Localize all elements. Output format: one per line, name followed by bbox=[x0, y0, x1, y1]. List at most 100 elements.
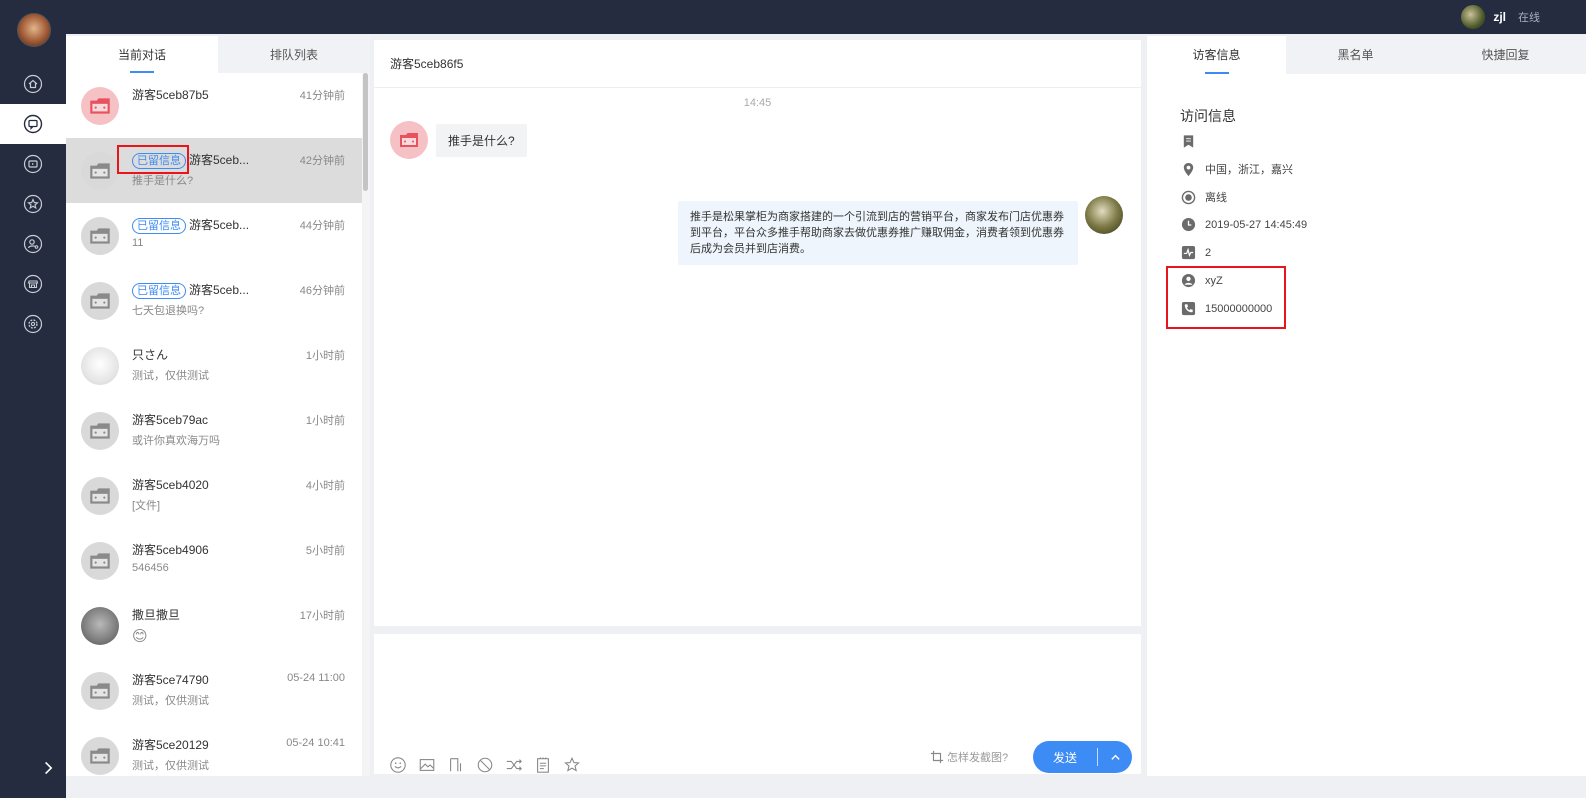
conversation-panel: 当前对话 排队列表 游客5ceb87b5 41分钟前 已留信息 游客5ceb... 42… bbox=[66, 36, 370, 776]
bookmark-icon bbox=[1183, 135, 1194, 148]
expand-sidebar-button[interactable] bbox=[38, 758, 58, 778]
info-row-status: 离线 bbox=[1181, 189, 1227, 205]
conversation-tabs: 当前对话 排队列表 bbox=[66, 36, 370, 73]
transfer-button[interactable] bbox=[504, 755, 523, 774]
conversation-name: 游客5ceb79ac bbox=[132, 411, 208, 428]
info-left-badge: 已留信息 bbox=[132, 283, 186, 299]
conversation-item[interactable]: 游客5ceb4020 4小时前 [文件] bbox=[66, 463, 362, 528]
agent-message-avatar bbox=[1085, 196, 1123, 234]
message-input-panel[interactable]: 怎样发截图? 发送 bbox=[374, 634, 1141, 774]
tab-current-conversations[interactable]: 当前对话 bbox=[66, 36, 218, 73]
left-nav-rail bbox=[0, 0, 66, 798]
top-user-info[interactable]: zjl 在线 bbox=[1461, 5, 1540, 29]
conversation-time: 05-24 10:41 bbox=[286, 737, 345, 749]
conversation-name-text: 游客5ceb... bbox=[189, 153, 250, 167]
conversation-name: 游客5ceb4020 bbox=[132, 476, 209, 493]
send-button-group: 发送 bbox=[1033, 741, 1132, 773]
highlight-box-contact bbox=[1166, 266, 1286, 329]
tab-blacklist[interactable]: 黑名单 bbox=[1286, 36, 1425, 74]
conversation-time: 17小时前 bbox=[299, 610, 345, 622]
conversation-avatar bbox=[81, 607, 119, 645]
folder-avatar-icon bbox=[90, 98, 110, 114]
info-left-badge: 已留信息 bbox=[132, 218, 186, 234]
conversation-time: 41分钟前 bbox=[299, 90, 345, 102]
note-button[interactable] bbox=[533, 755, 552, 774]
conversation-avatar bbox=[81, 737, 119, 775]
conversation-name-text: 游客5ceb4020 bbox=[132, 478, 209, 492]
screenshot-help-link[interactable]: 怎样发截图? bbox=[930, 749, 1008, 765]
conversation-preview: 七天包退换吗? bbox=[132, 305, 205, 317]
conversation-item[interactable]: 已留信息 游客5ceb... 42分钟前 推手是什么? bbox=[66, 138, 362, 203]
conversation-time: 44分钟前 bbox=[299, 220, 345, 232]
send-button[interactable]: 发送 bbox=[1033, 749, 1097, 766]
chevron-right-icon bbox=[45, 761, 53, 775]
visitor-folder-icon bbox=[400, 133, 418, 147]
conversation-avatar bbox=[81, 152, 119, 190]
activity-icon bbox=[1181, 245, 1196, 260]
user-settings-icon bbox=[23, 234, 43, 254]
conversation-item[interactable]: 游客5ceb79ac 1小时前 或许你真欢海万吗 bbox=[66, 398, 362, 463]
tab-visitor-info[interactable]: 访客信息 bbox=[1147, 36, 1286, 74]
block-button[interactable] bbox=[475, 755, 494, 774]
nav-settings[interactable] bbox=[0, 304, 66, 344]
nav-store[interactable] bbox=[0, 264, 66, 304]
conversation-item[interactable]: 游客5ce20129 05-24 10:41 测试，仅供测试 bbox=[66, 723, 362, 776]
emoji-icon bbox=[389, 756, 406, 773]
emoji-button[interactable] bbox=[388, 755, 407, 774]
folder-avatar-icon bbox=[90, 293, 110, 309]
conversation-preview: 测试，仅供测试 bbox=[132, 695, 209, 707]
image-button[interactable] bbox=[417, 755, 436, 774]
store-icon bbox=[23, 274, 43, 294]
conversation-name-text: 游客5ceb... bbox=[189, 283, 250, 297]
conversation-item[interactable]: 已留信息 游客5ceb... 46分钟前七天包退换吗? bbox=[66, 268, 362, 333]
transfer-icon bbox=[506, 758, 522, 771]
tab-queue-list[interactable]: 排队列表 bbox=[218, 36, 370, 73]
visitor-status: 离线 bbox=[1205, 192, 1227, 204]
nav-chat[interactable] bbox=[0, 104, 66, 144]
conversation-name: 已留信息 游客5ceb... bbox=[132, 216, 249, 234]
visit-count: 2 bbox=[1205, 246, 1212, 259]
conversation-avatar bbox=[81, 542, 119, 580]
folder-avatar-icon bbox=[90, 488, 110, 504]
nav-history[interactable] bbox=[0, 144, 66, 184]
status-dot-icon bbox=[1181, 190, 1196, 204]
conversation-name-text: 游客5ce74790 bbox=[132, 673, 209, 687]
conversation-scrollbar-thumb[interactable] bbox=[363, 73, 368, 191]
conversation-item[interactable]: 游客5ce74790 05-24 11:00 测试，仅供测试 bbox=[66, 658, 362, 723]
visit-datetime: 2019-05-27 14:45:49 bbox=[1205, 218, 1308, 231]
favorite-button[interactable] bbox=[562, 755, 581, 774]
user-name: zjl bbox=[1493, 10, 1506, 24]
star-icon bbox=[563, 756, 580, 772]
conversation-time: 46分钟前 bbox=[299, 285, 345, 297]
conversation-avatar bbox=[81, 87, 119, 125]
info-tabs: 访客信息 黑名单 快捷回复 bbox=[1147, 36, 1586, 74]
tab-quick-reply[interactable]: 快捷回复 bbox=[1425, 36, 1586, 74]
conversation-item[interactable]: 撒旦撒旦 17小时前 😊 bbox=[66, 593, 362, 658]
conversation-avatar bbox=[81, 217, 119, 255]
clock-icon bbox=[1181, 217, 1196, 232]
conversation-name: 只さん bbox=[132, 346, 168, 363]
nav-home[interactable] bbox=[0, 64, 66, 104]
folder-avatar-icon bbox=[90, 423, 110, 439]
send-options-button[interactable] bbox=[1098, 752, 1132, 763]
file-button[interactable] bbox=[446, 755, 465, 774]
conversation-name: 游客5ce20129 bbox=[132, 736, 209, 753]
conversation-avatar bbox=[81, 412, 119, 450]
conversation-item[interactable]: 只さん 1小时前 测试，仅供测试 bbox=[66, 333, 362, 398]
nav-user-settings[interactable] bbox=[0, 224, 66, 264]
conversation-name-text: 游客5ceb79ac bbox=[132, 413, 209, 427]
nav-favorites[interactable] bbox=[0, 184, 66, 224]
agent-message-bubble: 推手是松果掌柜为商家搭建的一个引流到店的营销平台，商家发布门店优惠券到平台，平台… bbox=[678, 201, 1078, 265]
history-icon bbox=[23, 154, 43, 174]
conversation-item[interactable]: 游客5ceb4906 5小时前 546456 bbox=[66, 528, 362, 593]
settings-icon bbox=[23, 314, 43, 334]
conversation-item[interactable]: 游客5ceb87b5 41分钟前 bbox=[66, 73, 362, 138]
user-avatar[interactable] bbox=[1461, 5, 1486, 29]
info-row-visits: 2 bbox=[1181, 245, 1211, 260]
chat-icon bbox=[23, 114, 43, 134]
conversation-list: 游客5ceb87b5 41分钟前 已留信息 游客5ceb... 42分钟前 推手是什么? 已… bbox=[66, 73, 362, 776]
conversation-item[interactable]: 已留信息 游客5ceb... 44分钟前 11 bbox=[66, 203, 362, 268]
conversation-time: 4小时前 bbox=[305, 480, 345, 492]
conversation-name: 撒旦撒旦 bbox=[132, 606, 180, 623]
agent-avatar[interactable] bbox=[17, 13, 51, 47]
